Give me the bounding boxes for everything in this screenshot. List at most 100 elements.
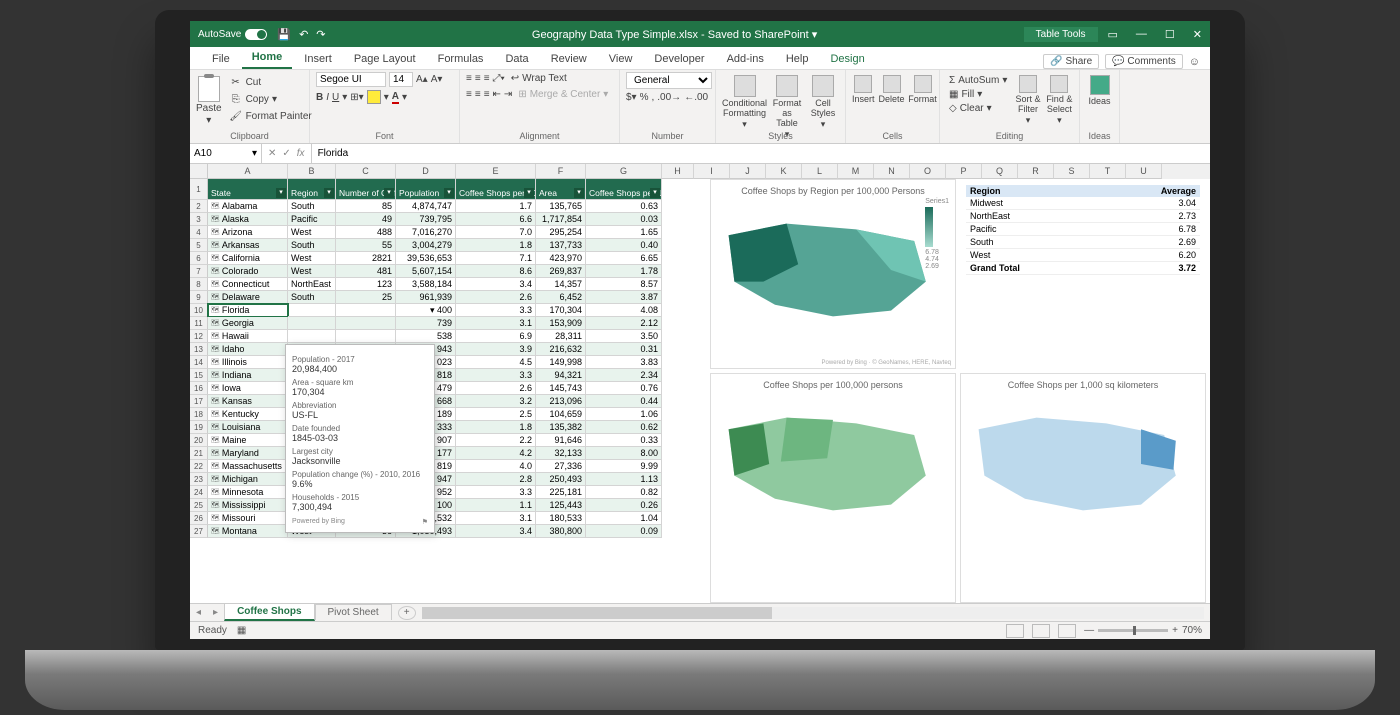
data-type-card[interactable]: Population - 201720,984,400 Area - squar… [285, 344, 435, 533]
horizontal-scrollbar[interactable] [422, 607, 1204, 619]
tab-home[interactable]: Home [242, 47, 293, 69]
merge-center-button[interactable]: ⊞ Merge & Center ▾ [515, 88, 611, 101]
new-sheet-button[interactable]: + [398, 606, 416, 620]
col-header[interactable]: M [838, 164, 874, 179]
border-button[interactable]: ⊞▾ [350, 92, 363, 103]
fx-icon[interactable]: fx [297, 148, 305, 159]
normal-view-button[interactable] [1006, 624, 1024, 638]
col-header[interactable]: S [1054, 164, 1090, 179]
tab-view[interactable]: View [599, 49, 643, 69]
col-header[interactable]: L [802, 164, 838, 179]
page-break-view-button[interactable] [1058, 624, 1076, 638]
select-all-corner[interactable] [190, 164, 208, 179]
clear-button[interactable]: ◇ Clear ▾ [946, 102, 1010, 115]
quick-access-toolbar[interactable]: 💾 ↶ ↷ [277, 28, 325, 41]
tell-me-icon[interactable]: ☺ [1189, 56, 1200, 68]
tab-design[interactable]: Design [820, 49, 874, 69]
name-box[interactable]: A10▾ [190, 144, 262, 163]
align-center-icon[interactable]: ≡ [475, 89, 481, 100]
tab-page-layout[interactable]: Page Layout [344, 49, 426, 69]
decrease-decimal-button[interactable]: ←.00 [684, 92, 708, 103]
col-header[interactable]: P [946, 164, 982, 179]
accounting-button[interactable]: $▾ [626, 92, 637, 103]
tab-review[interactable]: Review [541, 49, 597, 69]
tab-developer[interactable]: Developer [644, 49, 714, 69]
bold-button[interactable]: B [316, 92, 323, 103]
col-header[interactable]: J [730, 164, 766, 179]
share-button[interactable]: 🔗 Share [1043, 54, 1099, 69]
percent-button[interactable]: % [640, 92, 649, 103]
shrink-font-icon[interactable]: A▾ [431, 74, 443, 85]
sheet-nav-prev[interactable]: ◂ [190, 607, 207, 618]
sheet-tab[interactable]: Pivot Sheet [315, 604, 392, 620]
align-top-icon[interactable]: ≡ [466, 73, 472, 84]
pivot-row[interactable]: NorthEast2.73 [966, 210, 1200, 223]
formula-input[interactable]: Florida [312, 144, 1210, 163]
col-header[interactable]: T [1090, 164, 1126, 179]
table-header[interactable]: Coffee Shops per 100,000 persons▾ [456, 179, 536, 200]
col-header[interactable]: F [536, 164, 586, 179]
align-right-icon[interactable]: ≡ [484, 89, 490, 100]
maximize-button[interactable]: ☐ [1165, 28, 1175, 41]
align-bottom-icon[interactable]: ≡ [484, 73, 490, 84]
format-painter-button[interactable]: 🖌Format Painter [226, 108, 315, 124]
col-header[interactable]: R [1018, 164, 1054, 179]
tab-insert[interactable]: Insert [294, 49, 342, 69]
col-header[interactable]: O [910, 164, 946, 179]
pivot-table[interactable]: RegionAverage Midwest3.04NorthEast2.73Pa… [960, 179, 1206, 369]
close-button[interactable]: ✕ [1193, 28, 1202, 41]
indent-inc-icon[interactable]: ⇥ [504, 89, 512, 100]
wrap-text-button[interactable]: ↩ Wrap Text [508, 72, 570, 85]
font-name-input[interactable] [316, 72, 386, 87]
chart-region-map[interactable]: Coffee Shops by Region per 100,000 Perso… [710, 179, 956, 369]
zoom-control[interactable]: — + 70% [1084, 625, 1202, 636]
worksheet-grid[interactable]: A B C D E F G H I J K L M N O P Q R S T … [190, 164, 1210, 603]
orientation-icon[interactable]: ⤢▾ [493, 73, 505, 84]
align-middle-icon[interactable]: ≡ [475, 73, 481, 84]
chart-per-sqkm-map[interactable]: Coffee Shops per 1,000 sq kilometers [960, 373, 1206, 603]
redo-icon[interactable]: ↷ [316, 28, 325, 41]
fill-color-button[interactable] [367, 90, 381, 104]
col-header[interactable]: A [208, 164, 288, 179]
undo-icon[interactable]: ↶ [299, 28, 308, 41]
sheet-tab-active[interactable]: Coffee Shops [224, 603, 314, 621]
chart-per-100k-map[interactable]: Coffee Shops per 100,000 persons [710, 373, 956, 603]
col-header[interactable]: E [456, 164, 536, 179]
comma-button[interactable]: , [652, 92, 655, 103]
macro-record-icon[interactable]: ▦ [237, 625, 246, 636]
grow-font-icon[interactable]: A▴ [416, 74, 428, 85]
table-header[interactable]: Number of Coffee Shops▾ [336, 179, 396, 200]
col-header[interactable]: C [336, 164, 396, 179]
ribbon-options-icon[interactable]: ▭ [1108, 28, 1118, 41]
comments-button[interactable]: 💬 Comments [1105, 54, 1183, 69]
fill-button[interactable]: ▦ Fill ▾ [946, 88, 1010, 101]
save-icon[interactable]: 💾 [277, 28, 291, 41]
col-header[interactable]: D [396, 164, 456, 179]
table-header[interactable]: Population▾ [396, 179, 456, 200]
sheet-nav-next[interactable]: ▸ [207, 607, 224, 618]
font-size-input[interactable] [389, 72, 413, 87]
table-header[interactable]: State▾ [208, 179, 288, 200]
pivot-region-header[interactable]: Region [966, 185, 1100, 197]
copy-button[interactable]: ⎘Copy ▾ [226, 91, 315, 107]
number-format-select[interactable]: General [626, 72, 712, 89]
minimize-button[interactable]: — [1136, 28, 1147, 41]
col-header[interactable]: U [1126, 164, 1162, 179]
table-header[interactable]: Area▾ [536, 179, 586, 200]
col-header[interactable]: H [662, 164, 694, 179]
tab-data[interactable]: Data [495, 49, 538, 69]
underline-button[interactable]: U [332, 92, 339, 103]
pivot-row[interactable]: Midwest3.04 [966, 197, 1200, 210]
col-header[interactable]: I [694, 164, 730, 179]
table-header[interactable]: Coffee Shops per 1,000 square kms▾ [586, 179, 662, 200]
pivot-row[interactable]: Pacific6.78 [966, 223, 1200, 236]
pivot-row[interactable]: South2.69 [966, 236, 1200, 249]
page-layout-view-button[interactable] [1032, 624, 1050, 638]
cancel-formula-icon[interactable]: ✕ [268, 148, 276, 159]
col-header[interactable]: G [586, 164, 662, 179]
col-header[interactable]: Q [982, 164, 1018, 179]
font-color-button[interactable]: A [392, 91, 399, 104]
autosave-toggle[interactable]: AutoSave [198, 29, 267, 40]
tab-file[interactable]: File [202, 49, 240, 69]
align-left-icon[interactable]: ≡ [466, 89, 472, 100]
